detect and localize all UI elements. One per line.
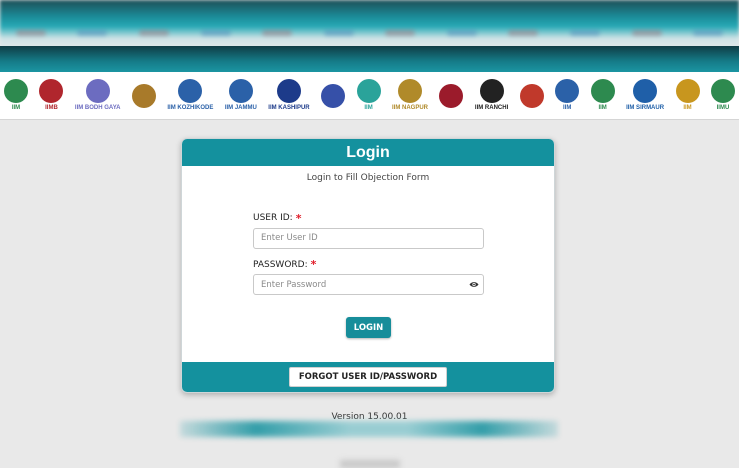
logo-label: IIM: [683, 105, 692, 112]
user-id-input[interactable]: [253, 227, 484, 249]
institute-logo: IIM NAGPUR: [392, 77, 428, 115]
logo-emblem-icon: [85, 79, 110, 104]
forgot-credentials-button[interactable]: FORGOT USER ID/PASSWORD: [288, 367, 448, 387]
logo-emblem-icon: [178, 79, 203, 104]
eye-icon[interactable]: [469, 280, 479, 290]
institute-logo: IIM: [356, 77, 381, 115]
logo-emblem-icon: [439, 83, 464, 108]
institute-logo: [131, 77, 156, 115]
logo-label: IIM BODH GAYA: [74, 105, 121, 112]
header-blur-decoration: [0, 30, 739, 40]
logo-label: IIM JAMMU: [224, 105, 257, 112]
logo-emblem-icon: [4, 79, 28, 104]
institute-logo: IIM: [590, 77, 615, 115]
footer-band: [180, 421, 558, 437]
logo-emblem-icon: [519, 83, 544, 108]
header-banner: [0, 0, 739, 48]
logo-label: IIM SIRMAUR: [626, 105, 665, 112]
logo-emblem-icon: [321, 83, 346, 108]
logo-label: IIMB: [45, 105, 58, 112]
logo-emblem-icon: [633, 79, 658, 104]
institute-logo: IIM SIRMAUR: [626, 77, 664, 115]
login-title: Login: [346, 143, 390, 161]
login-card-footer: FORGOT USER ID/PASSWORD: [182, 362, 554, 392]
logo-label: IIM: [364, 105, 373, 112]
logo-emblem-icon: [228, 79, 253, 104]
logo-label: IIM: [11, 105, 21, 112]
institute-logo: [519, 77, 544, 115]
required-asterisk: *: [310, 258, 317, 271]
logo-emblem-icon: [131, 83, 156, 108]
institute-logo: IIMU: [710, 77, 735, 115]
institute-logo: IIM JAMMU: [225, 77, 257, 115]
logo-label: IIM KOZHIKODE: [167, 105, 214, 112]
logo-emblem-icon: [39, 79, 64, 104]
institute-logo: IIM: [675, 77, 700, 115]
institute-logo: IIM: [555, 77, 580, 115]
password-input[interactable]: [253, 274, 484, 295]
logo-emblem-icon: [356, 79, 381, 104]
logo-emblem-icon: [710, 79, 735, 104]
footer-blur-decoration: [340, 460, 400, 468]
institute-logo: [321, 77, 346, 115]
password-label-row: PASSWORD: *: [253, 258, 485, 271]
login-card-header: Login: [182, 139, 554, 166]
logo-emblem-icon: [555, 79, 580, 104]
header-band: [0, 46, 739, 72]
logo-label: IIM: [598, 105, 607, 112]
logo-label: IIM: [562, 105, 572, 112]
login-card: Login Login to Fill Objection Form USER …: [181, 138, 555, 393]
user-id-wrapper: [253, 227, 485, 249]
logo-label: IIMU: [716, 105, 730, 112]
login-button[interactable]: LOGIN: [346, 317, 391, 338]
institute-logo: IIM KASHIPUR: [268, 77, 310, 115]
logo-emblem-icon: [398, 79, 422, 104]
logo-label: IIM KASHIPUR: [268, 105, 310, 112]
required-asterisk: *: [295, 211, 302, 225]
institute-logo: IIM KOZHIKODE: [167, 77, 213, 115]
logo-emblem-icon: [479, 79, 504, 104]
password-wrapper: [253, 274, 485, 295]
login-form: USER ID: * PASSWORD: *: [253, 213, 485, 295]
institute-logo: IIM RANCHI: [475, 77, 508, 115]
user-id-label: USER ID:: [253, 213, 293, 223]
password-label: PASSWORD:: [253, 259, 308, 270]
logo-emblem-icon: [590, 79, 615, 104]
institute-logo: IIMB: [39, 77, 64, 115]
logo-label: IIM RANCHI: [474, 105, 509, 112]
login-subtitle: Login to Fill Objection Form: [306, 173, 430, 183]
logo-emblem-icon: [675, 79, 700, 104]
institute-logo: IIM BODH GAYA: [74, 77, 121, 115]
institute-logo: [439, 77, 464, 115]
logo-emblem-icon: [276, 79, 301, 104]
institute-logo-strip: IIM IIMB IIM BODH GAYA IIM KOZHIKODE IIM JAM…: [0, 72, 739, 120]
user-id-label-row: USER ID: *: [253, 211, 485, 225]
institute-logo: IIM: [4, 77, 28, 115]
logo-label: IIM NAGPUR: [392, 105, 428, 112]
